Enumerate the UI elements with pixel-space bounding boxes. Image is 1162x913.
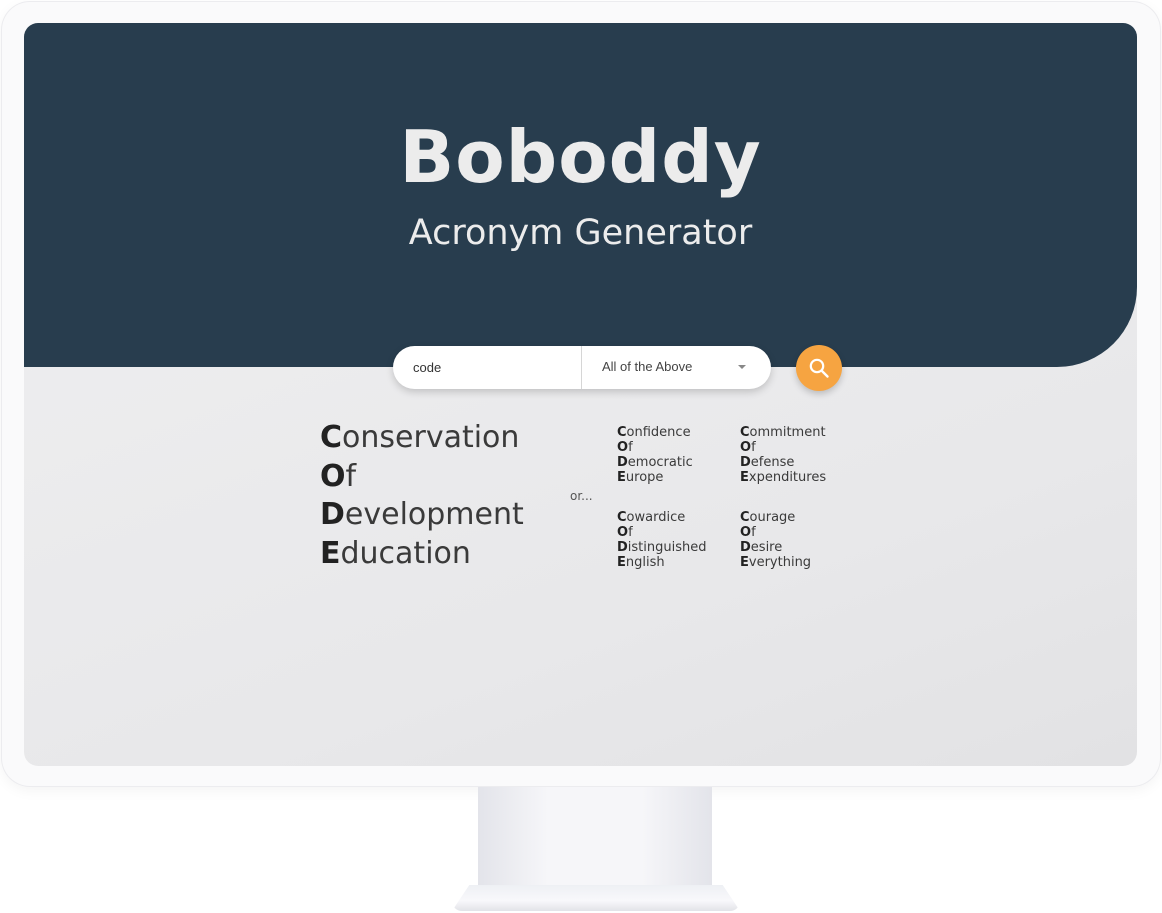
main-acronym-result: Conservation Of Development Education: [320, 419, 524, 573]
search-bar: All of the Above: [393, 346, 771, 389]
acronym-line: Of: [617, 440, 633, 455]
alternative-acronym[interactable]: Cowardice Of Distinguished English: [617, 510, 707, 570]
monitor-stand-base: [452, 885, 740, 911]
acronym-line: Expenditures: [740, 470, 827, 485]
alternative-acronym[interactable]: Confidence Of Democratic Europe: [617, 425, 693, 485]
search-button[interactable]: [796, 345, 842, 391]
acronym-line: Of: [740, 440, 756, 455]
acronym-line: Courage: [740, 510, 796, 525]
acronym-line: Education: [320, 535, 471, 571]
acronym-line: Development: [320, 497, 524, 532]
or-label: or...: [570, 489, 593, 503]
caret-down-icon: [738, 365, 746, 369]
acronym-line: Everything: [740, 555, 812, 570]
acronym-line: Defense: [740, 455, 795, 470]
acronym-type-select[interactable]: All of the Above: [582, 346, 771, 389]
monitor-frame: Boboddy Acronym Generator All of the Abo…: [2, 2, 1160, 786]
acronym-line: Of: [740, 525, 756, 540]
acronym-line: English: [617, 555, 665, 570]
acronym-line: Distinguished: [617, 540, 707, 555]
acronym-line: Of: [320, 458, 357, 494]
acronym-line: Commitment: [740, 425, 826, 440]
acronym-line: Desire: [740, 540, 783, 555]
acronym-line: Democratic: [617, 455, 693, 470]
search-icon: [809, 358, 829, 378]
monitor-stand: [478, 787, 712, 887]
acronym-line: Cowardice: [617, 510, 686, 525]
acronym-line: Confidence: [617, 425, 691, 440]
brand-subtitle: Acronym Generator: [408, 213, 753, 253]
acronym-line: Europe: [617, 470, 664, 485]
search-input[interactable]: [393, 346, 581, 389]
screen: Boboddy Acronym Generator All of the Abo…: [24, 23, 1137, 766]
hero-banner: Boboddy Acronym Generator: [24, 23, 1137, 367]
alternative-acronym[interactable]: Courage Of Desire Everything: [740, 510, 811, 570]
alternative-acronym[interactable]: Commitment Of Defense Expenditures: [740, 425, 826, 485]
acronym-line: Of: [617, 525, 633, 540]
select-value: All of the Above: [602, 359, 693, 374]
brand-title: Boboddy: [399, 115, 762, 199]
acronym-line: Conservation: [320, 420, 520, 455]
